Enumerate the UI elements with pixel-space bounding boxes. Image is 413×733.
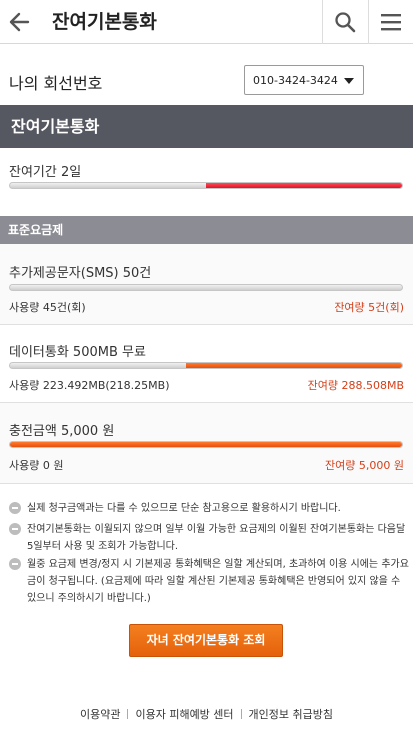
- period-label: 잔여기간 2일: [9, 165, 82, 180]
- item-progress-bar: [9, 284, 403, 291]
- bullet-icon: [9, 523, 21, 535]
- line-number-label: 나의 회선번호: [9, 74, 103, 93]
- item-name: 충전금액 5,000 원: [9, 424, 115, 439]
- footer-links: 이용약관 이용자 피해예방 센터 개인정보 취급방침: [0, 706, 413, 726]
- plan-title: 표준요금제: [0, 216, 413, 244]
- child-usage-lookup-button[interactable]: 자녀 잔여기본통화 조회: [129, 624, 283, 657]
- search-button[interactable]: [322, 0, 367, 44]
- divider: [240, 709, 242, 719]
- line-number-value: 010-3424-3424: [253, 74, 338, 87]
- chevron-down-icon: [344, 78, 354, 84]
- item-remaining: 잔여량 5,000 원: [325, 459, 404, 472]
- item-progress-bar: [9, 362, 403, 369]
- period-progress-fill: [206, 183, 402, 188]
- period-progress-bar: [9, 182, 403, 189]
- item-progress-fill: [186, 363, 402, 368]
- search-icon: [335, 12, 356, 33]
- back-button[interactable]: [0, 0, 38, 44]
- notice-item: 월중 요금제 변경/정지 시 기본제공 통화혜택은 일할 계산되며, 초과하여 …: [9, 556, 409, 607]
- menu-button[interactable]: [368, 0, 413, 44]
- usage-item-sms: 추가제공문자(SMS) 50건 사용량 45건(회) 잔여량 5건(회): [0, 244, 413, 325]
- bullet-icon: [9, 558, 21, 570]
- remaining-period: 잔여기간 2일: [0, 148, 413, 216]
- item-name: 데이터통화 500MB 무료: [9, 345, 146, 360]
- item-used: 사용량 0 원: [9, 459, 64, 472]
- item-remaining: 잔여량 5건(회): [334, 301, 404, 314]
- privacy-policy-link[interactable]: 개인정보 취급방침: [249, 706, 333, 722]
- bullet-icon: [9, 502, 21, 514]
- terms-link[interactable]: 이용약관: [80, 706, 120, 722]
- divider: [127, 709, 129, 719]
- usage-item-data: 데이터통화 500MB 무료 사용량 223.492MB(218.25MB) 잔…: [0, 325, 413, 403]
- item-progress-fill: [10, 442, 402, 447]
- hamburger-menu-icon: [381, 14, 401, 31]
- item-used: 사용량 223.492MB(218.25MB): [9, 379, 170, 392]
- notice-list: 실제 청구금액과는 다를 수 있으므로 단순 참고용으로 활용하시기 바랍니다.…: [0, 484, 413, 604]
- notice-item: 잔여기본통화는 이월되지 않으며 일부 이월 가능한 요금제의 이월된 잔여기본…: [9, 521, 409, 555]
- back-arrow-icon: [9, 12, 30, 32]
- section-title: 잔여기본통화: [0, 105, 413, 148]
- item-progress-bar: [9, 441, 403, 448]
- item-name: 추가제공문자(SMS) 50건: [9, 266, 152, 281]
- user-protection-link[interactable]: 이용자 피해예방 센터: [135, 706, 233, 722]
- page-title: 잔여기본통화: [52, 11, 157, 33]
- item-used: 사용량 45건(회): [9, 301, 86, 314]
- usage-item-charge: 충전금액 5,000 원 사용량 0 원 잔여량 5,000 원: [0, 403, 413, 484]
- line-number-select[interactable]: 010-3424-3424: [244, 65, 364, 95]
- item-remaining: 잔여량 288.508MB: [307, 379, 404, 392]
- top-bar: 잔여기본통화: [0, 0, 413, 44]
- notice-item: 실제 청구금액과는 다를 수 있으므로 단순 참고용으로 활용하시기 바랍니다.: [9, 500, 409, 517]
